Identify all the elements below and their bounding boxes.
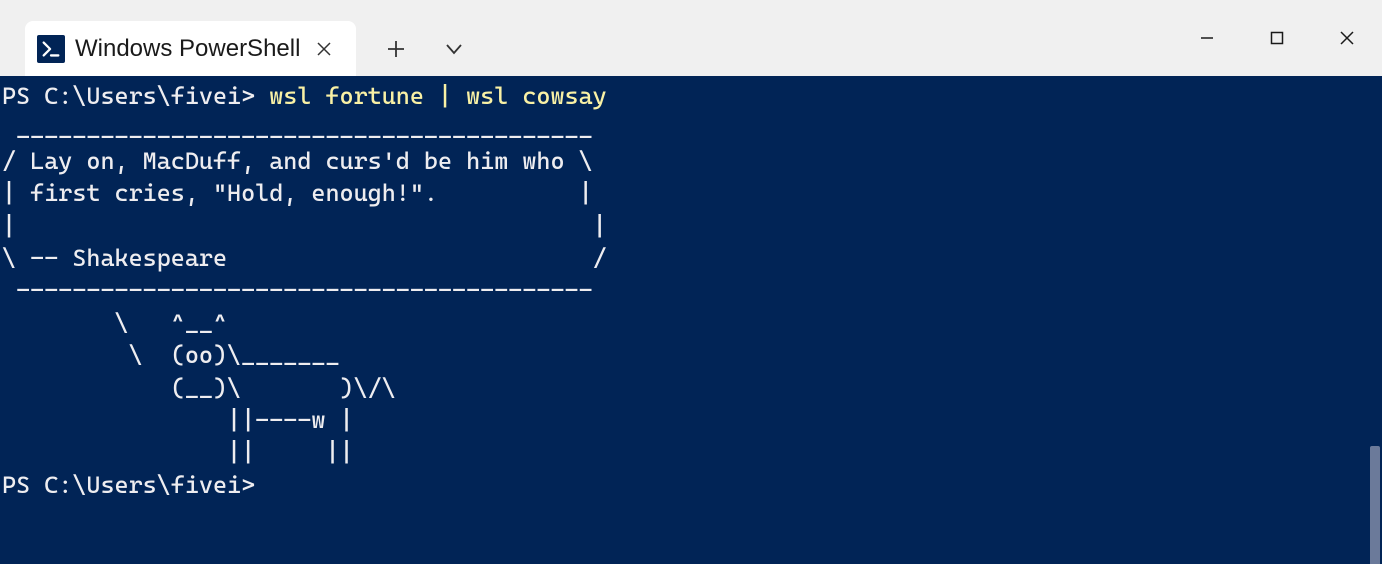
output-line: || || [2, 438, 354, 466]
prompt-line-1: PS C:\Users\fivei> [2, 82, 269, 110]
powershell-icon [37, 35, 65, 63]
output-line: \ ^__^ [2, 309, 227, 337]
tab-powershell[interactable]: Windows PowerShell [25, 21, 356, 76]
tab-actions [381, 21, 469, 76]
terminal-pane[interactable]: PS C:\Users\fivei> wsl fortune | wsl cow… [0, 76, 1382, 564]
output-line: ________________________________________… [2, 114, 593, 142]
output-line: \ -- Shakespeare / [2, 244, 607, 272]
terminal-scrollbar[interactable] [1370, 446, 1380, 564]
tab-close-button[interactable] [310, 35, 338, 63]
maximize-button[interactable] [1242, 10, 1312, 65]
output-line: | | [2, 212, 607, 240]
close-window-button[interactable] [1312, 10, 1382, 65]
output-line: ||----w | [2, 406, 354, 434]
output-line: ----------------------------------------… [2, 276, 593, 304]
new-tab-button[interactable] [381, 34, 411, 64]
output-line: (__)\ )\/\ [2, 374, 396, 402]
output-line: / Lay on, MacDuff, and curs'd be him who… [2, 147, 593, 175]
output-line: | first cries, "Hold, enough!". | [2, 179, 593, 207]
prompt-line-2: PS C:\Users\fivei> [2, 471, 255, 499]
titlebar: Windows PowerShell [0, 0, 1382, 76]
tab-title: Windows PowerShell [75, 35, 300, 63]
output-line: \ (oo)\_______ [2, 341, 340, 369]
tab-dropdown-button[interactable] [439, 34, 469, 64]
window-controls [1172, 10, 1382, 65]
minimize-button[interactable] [1172, 10, 1242, 65]
command-text: wsl fortune | wsl cowsay [269, 82, 607, 110]
